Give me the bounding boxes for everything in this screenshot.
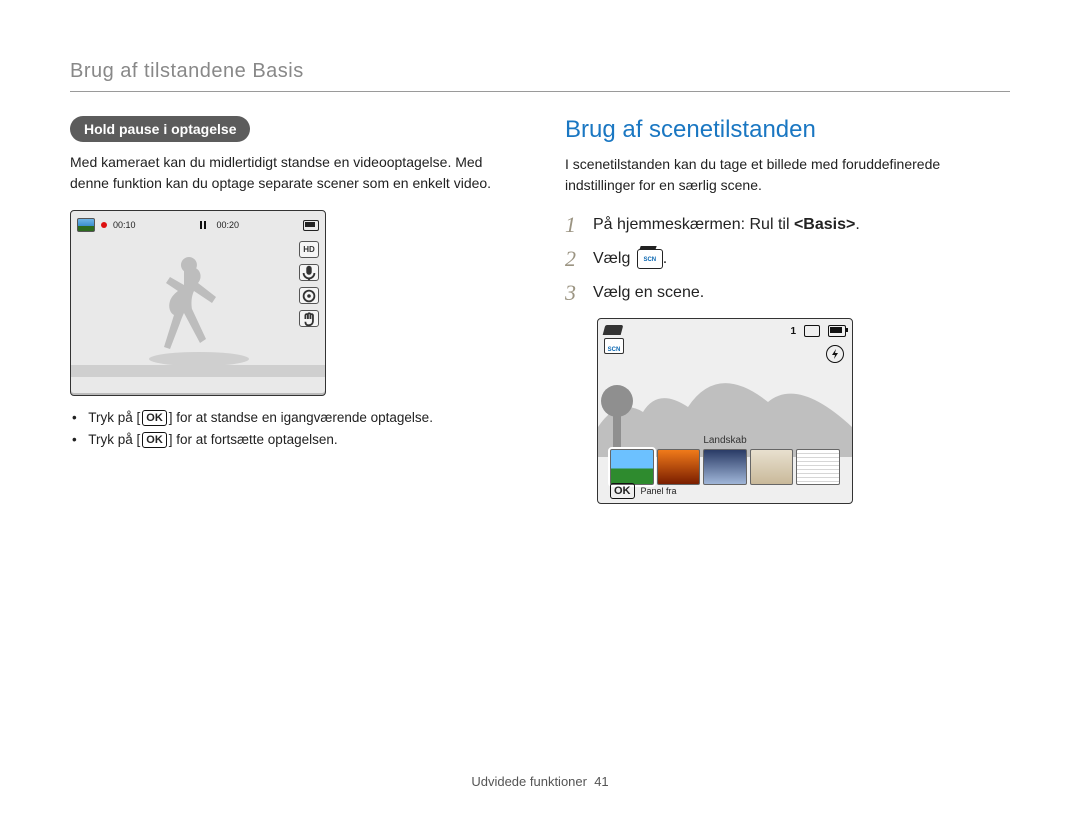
bullet-resume: Tryk på [OK] for at fortsætte optagelsen… <box>70 432 515 448</box>
battery-icon <box>828 325 846 337</box>
hd-icon: HD <box>299 241 319 258</box>
scene-mode-illustration: SCN 1 Landskab <box>597 318 853 504</box>
scene-thumbnails <box>610 449 840 485</box>
shots-remaining: 1 <box>790 326 796 337</box>
ok-key-icon: OK <box>142 432 167 448</box>
scene-mode-icon: SCN <box>637 249 663 269</box>
clapper-icon <box>603 325 624 335</box>
panel-off-label: Panel fra <box>641 486 677 496</box>
scene-thumb-sunset <box>657 449 701 485</box>
step-2: 2 Vælg SCN . <box>565 246 1010 272</box>
divider <box>70 91 1010 92</box>
skater-silhouette <box>129 247 259 367</box>
bullet-pause: Tryk på [OK] for at standse en igangvære… <box>70 410 515 426</box>
scene-caption: Landskab <box>598 435 852 446</box>
ok-key-icon: OK <box>142 410 167 426</box>
step-number: 1 <box>565 212 583 238</box>
breadcrumb: Brug af tilstandene Basis <box>70 60 1010 83</box>
elapsed-time: 00:10 <box>113 220 136 230</box>
pause-icon <box>200 221 207 229</box>
step-3: 3 Vælg en scene. <box>565 280 1010 306</box>
video-pause-illustration: 00:10 00:20 HD <box>70 210 326 396</box>
thumbnail-icon <box>77 218 95 232</box>
scene-thumb-dawn <box>703 449 747 485</box>
step-number: 3 <box>565 280 583 306</box>
hand-icon <box>299 310 319 327</box>
mic-icon <box>299 264 319 281</box>
total-time: 00:20 <box>217 220 240 230</box>
resolution-icon <box>804 325 820 337</box>
page-footer: Udvidede funktioner 41 <box>0 774 1080 789</box>
right-column: Brug af scenetilstanden I scenetilstande… <box>565 116 1010 504</box>
scene-thumb-portrait <box>750 449 794 485</box>
left-column: Hold pause i optagelse Med kameraet kan … <box>70 116 515 504</box>
step-1: 1 På hjemmeskærmen: Rul til <Basis>. <box>565 212 1010 238</box>
step-number: 2 <box>565 246 583 272</box>
battery-icon <box>303 220 319 231</box>
right-paragraph: I scenetilstanden kan du tage et billede… <box>565 154 1010 196</box>
subsection-badge: Hold pause i optagelse <box>70 116 250 142</box>
left-paragraph: Med kameraet kan du midlertidigt standse… <box>70 152 515 194</box>
ok-key-icon: OK <box>610 483 635 499</box>
scn-mode-badge: SCN <box>604 338 624 354</box>
scene-thumb-text <box>796 449 840 485</box>
target-icon <box>299 287 319 304</box>
record-icon <box>101 222 107 228</box>
scene-thumb-landscape <box>610 449 654 485</box>
section-heading: Brug af scenetilstanden <box>565 116 1010 144</box>
